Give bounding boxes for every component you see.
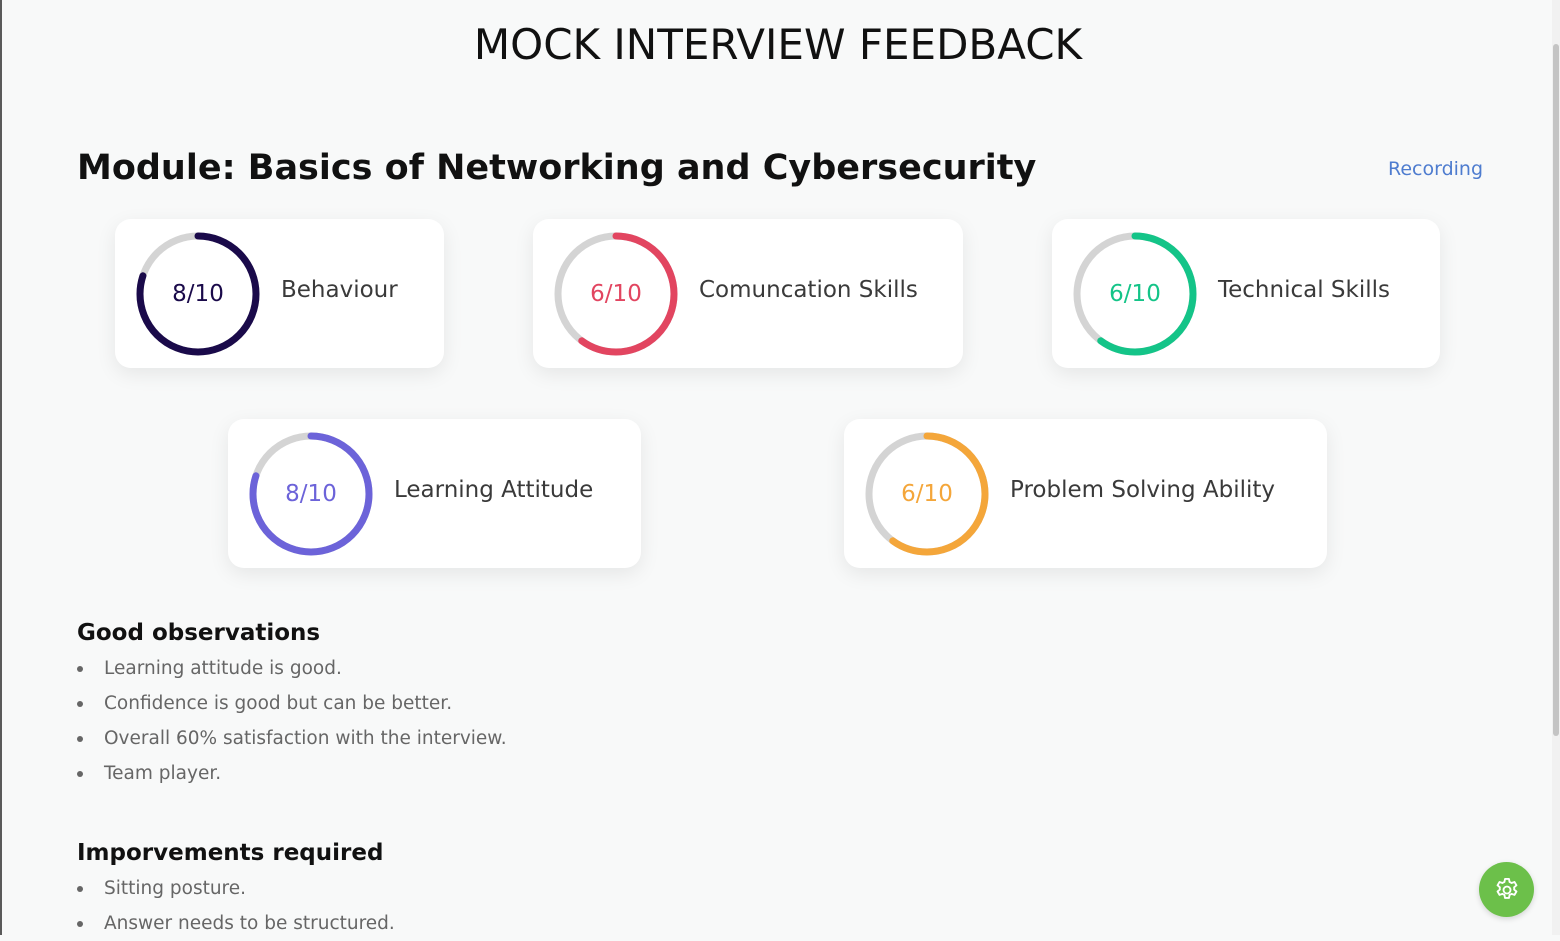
good-observations-list: Learning attitude is good. Confidence is… (77, 651, 507, 791)
list-item: Answer needs to be structured. (77, 906, 395, 941)
list-item: Confidence is good but can be better. (77, 686, 507, 721)
list-item-text: Answer needs to be structured. (104, 913, 395, 934)
bullet-icon (77, 886, 83, 892)
scrollbar-thumb[interactable] (1553, 44, 1559, 736)
bullet-icon (77, 771, 83, 777)
settings-button[interactable] (1479, 862, 1534, 917)
score-label: Comuncation Skills (699, 277, 918, 303)
score-card-technical: 6/10 Technical Skills (1052, 219, 1440, 368)
score-label: Problem Solving Ability (1010, 477, 1276, 503)
score-value: 8/10 (285, 481, 337, 507)
list-item: Sitting posture. (77, 871, 395, 906)
score-card-problem-solving: 6/10 Problem Solving Ability (844, 419, 1327, 568)
score-ring: 8/10 (248, 431, 374, 557)
score-label: Behaviour (281, 277, 398, 303)
gear-icon (1496, 877, 1517, 899)
score-ring: 6/10 (864, 431, 990, 557)
score-card-learning: 8/10 Learning Attitude (228, 419, 641, 568)
list-item-text: Learning attitude is good. (104, 658, 342, 679)
list-item: Team player. (77, 756, 507, 791)
bullet-icon (77, 666, 83, 672)
scrollbar-track[interactable] (1552, 0, 1560, 935)
score-ring: 8/10 (135, 231, 261, 357)
recording-link[interactable]: Recording (1388, 158, 1483, 180)
score-ring: 6/10 (553, 231, 679, 357)
score-card-communication: 6/10 Comuncation Skills (533, 219, 963, 368)
score-value: 8/10 (172, 281, 224, 307)
score-ring: 6/10 (1072, 231, 1198, 357)
list-item: Overall 60% satisfaction with the interv… (77, 721, 507, 756)
list-item-text: Overall 60% satisfaction with the interv… (104, 728, 507, 749)
score-value: 6/10 (590, 281, 642, 307)
list-item: Learning attitude is good. (77, 651, 507, 686)
module-title: Module: Basics of Networking and Cyberse… (77, 148, 1037, 188)
improvements-heading: Imporvements required (77, 840, 384, 866)
improvements-list: Sitting posture. Answer needs to be stru… (77, 871, 395, 941)
list-item-text: Sitting posture. (104, 878, 247, 899)
list-item-text: Team player. (104, 763, 222, 784)
bullet-icon (77, 736, 83, 742)
bullet-icon (77, 701, 83, 707)
page-title: MOCK INTERVIEW FEEDBACK (473, 20, 1083, 69)
score-value: 6/10 (901, 481, 953, 507)
score-card-behaviour: 8/10 Behaviour (115, 219, 444, 368)
good-observations-heading: Good observations (77, 620, 321, 646)
score-label: Learning Attitude (394, 477, 594, 503)
score-label: Technical Skills (1218, 277, 1390, 303)
score-value: 6/10 (1109, 281, 1161, 307)
window-left-edge (0, 0, 2, 935)
list-item-text: Confidence is good but can be better. (104, 693, 453, 714)
bullet-icon (77, 921, 83, 927)
